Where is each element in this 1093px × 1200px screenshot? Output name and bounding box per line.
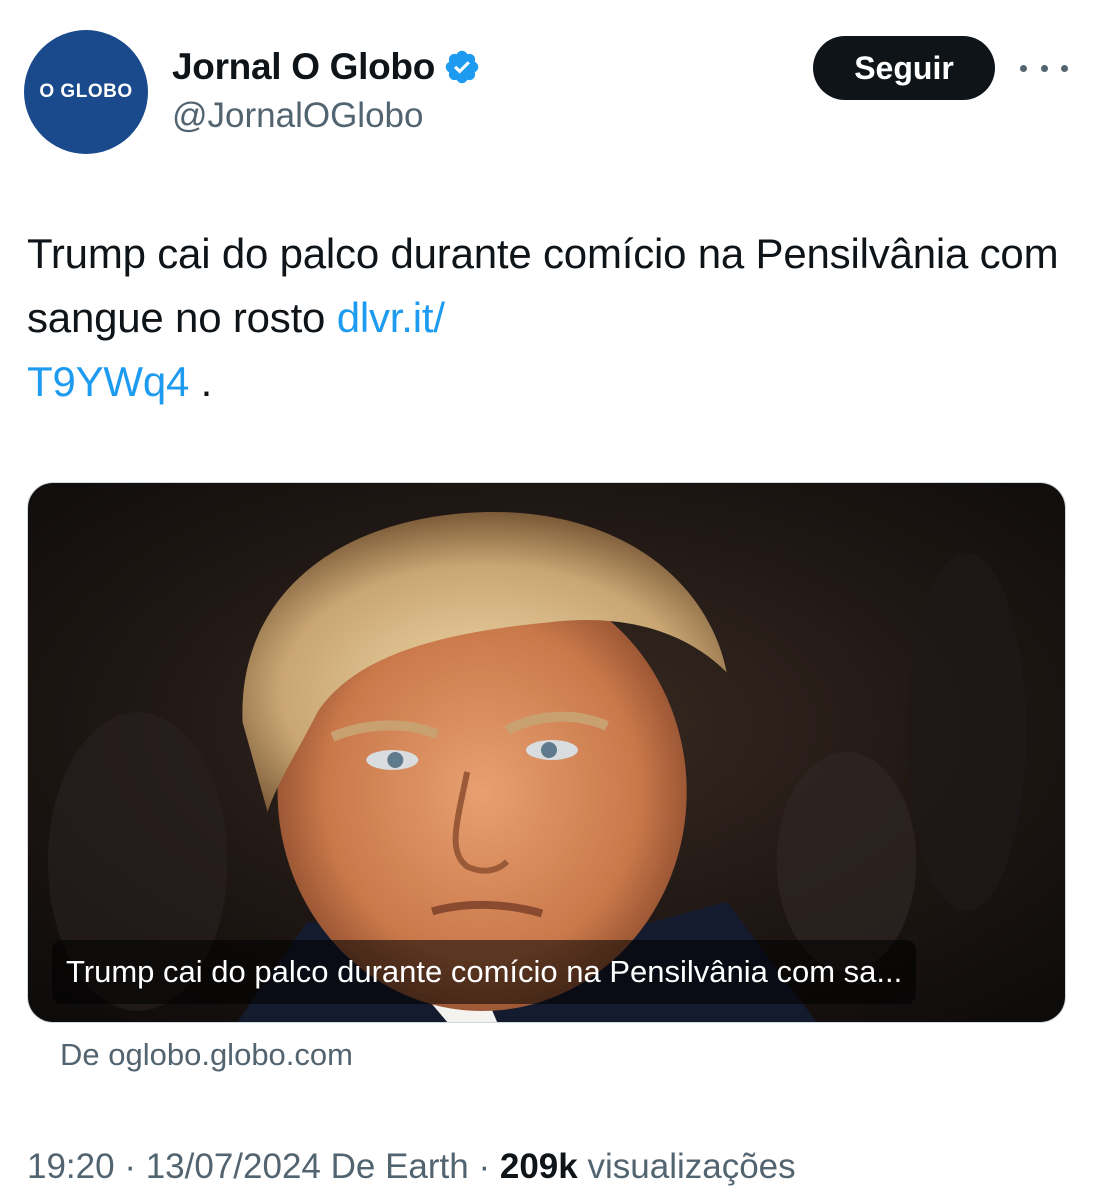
meta-separator: · <box>478 1147 491 1186</box>
more-dot <box>1020 64 1027 72</box>
card-caption: Trump cai do palco durante comício na Pe… <box>52 940 917 1004</box>
more-icon[interactable] <box>1020 52 1068 84</box>
tweet-via: De Earth <box>330 1147 469 1186</box>
tweet-trailing: . <box>189 358 213 405</box>
meta-separator: · <box>124 1147 136 1186</box>
tweet-link-part1: dlvr.it/ <box>336 294 445 341</box>
tweet: O GLOBO Jornal O Globo @JornalOGlobo Seg… <box>0 0 1093 1200</box>
card-source[interactable]: De oglobo.globo.com <box>60 1037 353 1073</box>
follow-button[interactable]: Seguir <box>813 36 995 100</box>
tweet-meta: 19:20 · 13/07/2024 De Earth · 209k visua… <box>27 1147 796 1187</box>
more-dot <box>1040 64 1048 72</box>
more-dot <box>1061 64 1068 72</box>
views-count: 209k <box>499 1147 578 1186</box>
name-row: Jornal O Globo <box>172 42 481 92</box>
views-label: visualizações <box>587 1147 796 1186</box>
tweet-text: Trump cai do palco durante comício na Pe… <box>27 222 1067 414</box>
display-name[interactable]: Jornal O Globo <box>172 46 435 88</box>
avatar-logo-text: O GLOBO <box>39 81 133 102</box>
link-card[interactable]: Trump cai do palco durante comício na Pe… <box>27 482 1066 1023</box>
tweet-body: Trump cai do palco durante comício na Pe… <box>27 230 1059 341</box>
tweet-date[interactable]: 13/07/2024 <box>146 1147 321 1186</box>
verified-badge-icon <box>445 50 479 84</box>
avatar[interactable]: O GLOBO <box>24 30 148 154</box>
tweet-link-part2: T9YWq4 <box>27 358 190 405</box>
account-handle[interactable]: @JornalOGlobo <box>172 96 423 136</box>
tweet-time[interactable]: 19:20 <box>27 1147 115 1186</box>
